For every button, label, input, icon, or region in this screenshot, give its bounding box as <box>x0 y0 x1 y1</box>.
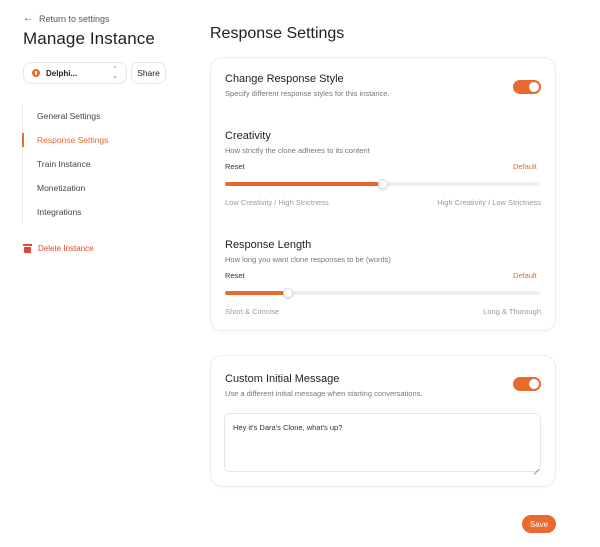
instance-select[interactable]: Delphi... ⌃ ⌄ <box>23 62 127 84</box>
response-length-slider-thumb[interactable] <box>283 288 293 298</box>
creativity-slider-thumb[interactable] <box>377 179 388 189</box>
custom-message-input[interactable] <box>224 413 541 472</box>
response-length-max-label: Long & Thorough <box>483 307 541 316</box>
creativity-max-label: High Creativity / Low Strictness <box>437 198 541 207</box>
sidebar-item-general-settings[interactable]: General Settings <box>23 104 172 128</box>
trash-icon <box>23 244 32 253</box>
response-length-subtitle: How long you want clone responses to be … <box>225 255 391 264</box>
creativity-subtitle: How strictly the clone adheres to its co… <box>225 146 370 155</box>
creativity-slider[interactable] <box>225 179 540 189</box>
response-length-slider[interactable] <box>225 288 540 298</box>
sidebar-item-response-settings[interactable]: Response Settings <box>22 128 172 152</box>
sidebar-title: Manage Instance <box>23 29 155 48</box>
custom-message-subtitle: Use a different initial message when sta… <box>225 389 423 398</box>
arrow-left-icon: ← <box>23 13 33 24</box>
creativity-reset-label: Reset <box>225 162 245 171</box>
sidebar-item-train-instance[interactable]: Train Instance <box>23 152 172 176</box>
creativity-slider-fill <box>225 182 383 186</box>
resize-handle-icon[interactable] <box>533 464 539 470</box>
response-style-subtitle: Specify different response styles for th… <box>225 89 390 98</box>
creativity-title: Creativity <box>225 130 271 142</box>
chevron-up-down-icon: ⌃ ⌄ <box>112 66 118 80</box>
response-style-toggle[interactable] <box>513 80 541 94</box>
return-to-settings-link[interactable]: ← Return to settings <box>23 13 110 24</box>
response-length-reset-label: Reset <box>225 271 245 280</box>
instance-name: Delphi... <box>46 68 78 78</box>
response-length-slider-fill <box>225 291 288 295</box>
sidebar-item-integrations[interactable]: Integrations <box>23 200 172 224</box>
page-title: Response Settings <box>210 25 345 42</box>
response-settings-card <box>210 57 556 331</box>
return-to-settings-label: Return to settings <box>39 13 110 24</box>
response-style-title: Change Response Style <box>225 73 344 85</box>
delete-instance-label: Delete Instance <box>38 244 94 253</box>
toggle-knob <box>529 82 539 92</box>
share-button[interactable]: Share <box>131 62 166 84</box>
custom-message-title: Custom Initial Message <box>225 373 340 385</box>
delete-instance-button[interactable]: Delete Instance <box>23 244 94 253</box>
response-length-title: Response Length <box>225 239 312 251</box>
response-length-min-label: Short & Concise <box>225 307 280 316</box>
creativity-min-label: Low Creativity / High Strictness <box>225 198 329 207</box>
creativity-default-link[interactable]: Default <box>513 162 537 171</box>
save-button[interactable]: Save <box>522 515 556 533</box>
sidebar-nav: General Settings Response Settings Train… <box>22 104 172 224</box>
instance-icon <box>32 69 40 77</box>
toggle-knob <box>529 379 539 389</box>
sidebar-item-monetization[interactable]: Monetization <box>23 176 172 200</box>
custom-message-toggle[interactable] <box>513 377 541 391</box>
response-length-default-link[interactable]: Default <box>513 271 537 280</box>
